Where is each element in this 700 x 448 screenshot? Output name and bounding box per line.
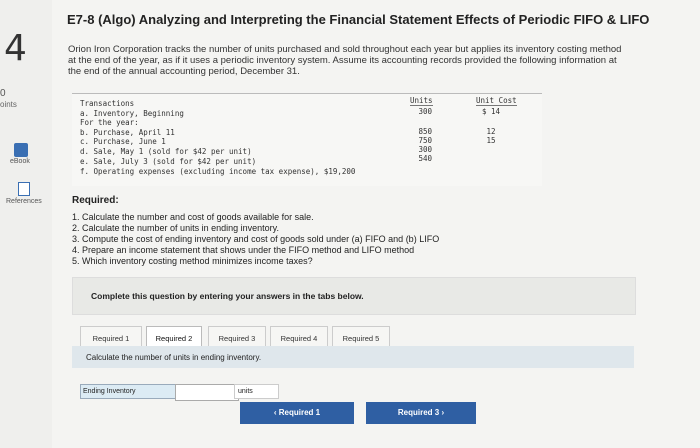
intro-line: at the end of the year, as if it uses a …	[68, 55, 617, 66]
units-header: Units	[410, 96, 433, 106]
table-row-cost: 12	[486, 127, 496, 136]
table-row-label: b. Purchase, April 11	[80, 128, 175, 137]
transactions-header: Transactions	[80, 99, 135, 108]
list-item: 4. Prepare an income statement that show…	[72, 245, 415, 255]
intro-line: Orion Iron Corporation tracks the number…	[68, 44, 622, 55]
chevron-right-icon: ›	[439, 408, 445, 417]
list-item: 5. Which inventory costing method minimi…	[72, 256, 313, 266]
required-heading: Required:	[72, 195, 119, 206]
next-tab-button[interactable]: Required 3 ›	[366, 402, 476, 424]
units-label: units	[234, 384, 279, 399]
transactions-table: Transactions Units Unit Cost a. Inventor…	[72, 93, 542, 186]
ebook-icon[interactable]	[14, 143, 28, 157]
prev-tab-button[interactable]: ‹ Required 1	[240, 402, 354, 424]
points-label: oints	[0, 100, 17, 109]
references-icon[interactable]	[18, 182, 30, 196]
left-rail: 4 0 oints eBook References	[0, 0, 52, 448]
table-row-label: f. Operating expenses (excluding income …	[80, 167, 356, 176]
table-row-units: 540	[418, 154, 432, 163]
list-item: 3. Compute the cost of ending inventory …	[72, 234, 440, 244]
question-number: 4	[4, 28, 27, 69]
list-item: 2. Calculate the number of units in endi…	[72, 223, 279, 233]
table-row-cost: $ 14	[481, 107, 501, 116]
panel-prompt: Calculate the number of units in ending …	[86, 353, 262, 362]
table-row-label: For the year:	[80, 118, 139, 127]
ebook-label[interactable]: eBook	[10, 158, 30, 165]
instructions-box: Complete this question by entering your …	[72, 277, 636, 315]
ending-inventory-input[interactable]	[175, 384, 239, 401]
required-list: 1. Calculate the number and cost of good…	[72, 212, 439, 267]
points-value: 0	[0, 88, 6, 99]
instructions-text: Complete this question by entering your …	[91, 291, 364, 301]
table-row-units: 300	[418, 145, 432, 154]
question-intro: Orion Iron Corporation tracks the number…	[68, 44, 698, 77]
question-title: E7-8 (Algo) Analyzing and Interpreting t…	[67, 12, 650, 27]
table-row-label: a. Inventory, Beginning	[80, 109, 184, 118]
intro-line: the end of the annual accounting period,…	[68, 66, 300, 77]
table-row-units: 300	[418, 107, 432, 116]
prev-button-label: Required 1	[278, 408, 321, 417]
next-button-label: Required 3	[397, 408, 440, 417]
unit-cost-header: Unit Cost	[476, 96, 517, 106]
table-row-cost: 15	[486, 136, 496, 145]
table-row-units: 850	[418, 127, 432, 136]
table-row-label: e. Sale, July 3 (sold for $42 per unit)	[80, 157, 257, 166]
table-row-label: d. Sale, May 1 (sold for $42 per unit)	[80, 147, 252, 156]
table-row-units: 750	[418, 136, 432, 145]
references-label[interactable]: References	[6, 198, 42, 205]
list-item: 1. Calculate the number and cost of good…	[72, 212, 314, 222]
table-row-label: c. Purchase, June 1	[80, 137, 166, 146]
ending-inventory-label: Ending Inventory	[80, 384, 176, 399]
tab-panel-header: Calculate the number of units in ending …	[72, 346, 634, 368]
